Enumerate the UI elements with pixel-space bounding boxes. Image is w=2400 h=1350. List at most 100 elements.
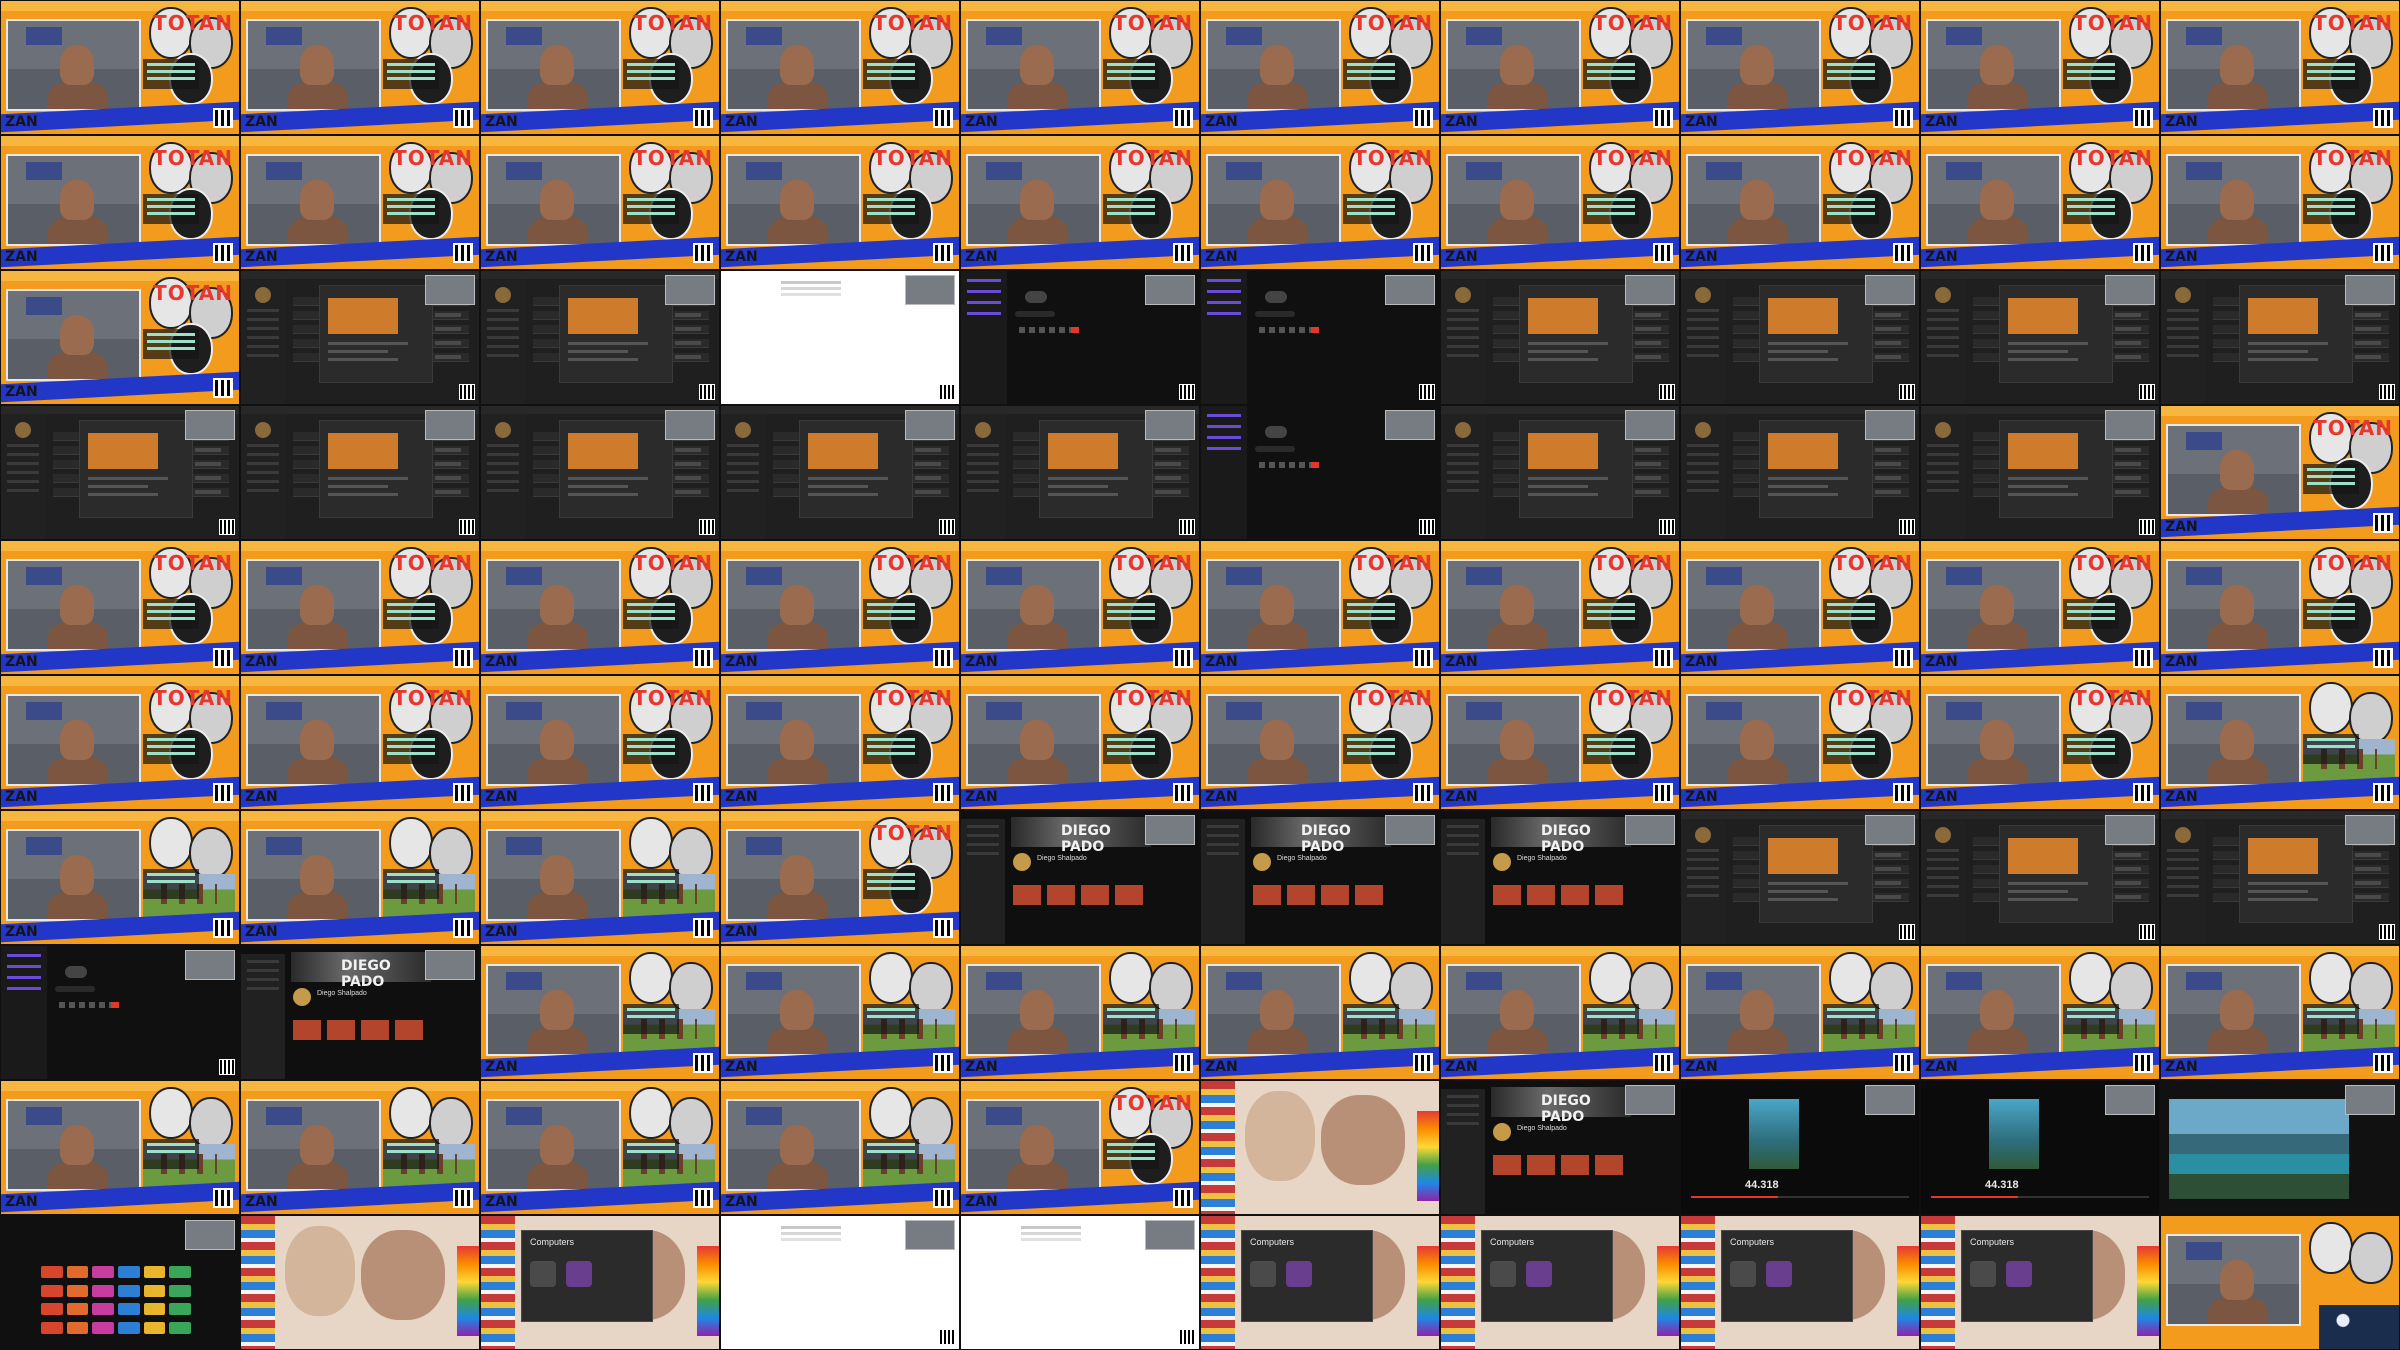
stream-frame-tile[interactable]: TOTAN ZAN — [480, 0, 720, 135]
stream-frame-tile[interactable] — [2160, 1215, 2400, 1350]
computer-icon[interactable] — [2006, 1261, 2032, 1287]
stream-frame-tile[interactable]: TOTAN ZAN — [0, 270, 240, 405]
computer-icon[interactable] — [1730, 1261, 1756, 1287]
stream-frame-tile[interactable]: TOTAN ZAN — [1440, 540, 1680, 675]
studio-screen-tile[interactable] — [240, 405, 480, 540]
desktop-dialog-tile[interactable]: Computers — [1440, 1215, 1680, 1350]
computer-icon[interactable] — [1766, 1261, 1792, 1287]
app-tile[interactable] — [117, 1284, 140, 1297]
app-launcher-tile[interactable] — [0, 1215, 240, 1350]
computer-icon[interactable] — [1490, 1261, 1516, 1287]
stream-frame-tile[interactable]: ZAN — [1200, 945, 1440, 1080]
desktop-dialog-tile[interactable]: Computers — [1680, 1215, 1920, 1350]
stream-frame-tile[interactable]: TOTAN ZAN — [1920, 135, 2160, 270]
studio-screen-tile[interactable] — [480, 405, 720, 540]
app-tile[interactable] — [92, 1303, 114, 1315]
stream-frame-tile[interactable]: ZAN — [960, 945, 1200, 1080]
desktop-selfie-tile[interactable] — [1200, 1080, 1440, 1215]
computer-icon[interactable] — [1250, 1261, 1276, 1287]
app-tile[interactable] — [143, 1303, 166, 1315]
stream-frame-tile[interactable]: TOTAN ZAN — [2160, 0, 2400, 135]
app-tile[interactable] — [92, 1321, 114, 1334]
studio-screen-tile[interactable] — [1440, 270, 1680, 405]
stream-frame-tile[interactable]: ZAN — [240, 810, 480, 945]
app-tile[interactable] — [117, 1321, 140, 1334]
computer-icon[interactable] — [1970, 1261, 1996, 1287]
stream-frame-tile[interactable]: TOTAN ZAN — [720, 810, 960, 945]
stream-frame-tile[interactable]: TOTAN ZAN — [1200, 675, 1440, 810]
app-tile[interactable] — [41, 1303, 63, 1315]
stream-frame-tile[interactable]: TOTAN ZAN — [960, 540, 1200, 675]
desktop-selfie-tile[interactable] — [240, 1215, 480, 1350]
stream-frame-tile[interactable]: TOTAN ZAN — [240, 135, 480, 270]
call-screen-tile[interactable] — [1200, 405, 1440, 540]
channel-page-tile[interactable]: DIEGO PADO Diego Shalpado — [1440, 1080, 1680, 1215]
call-screen-tile[interactable] — [0, 945, 240, 1080]
channel-page-tile[interactable]: DIEGO PADO Diego Shalpado — [1440, 810, 1680, 945]
app-tile[interactable] — [169, 1321, 191, 1334]
stream-frame-tile[interactable]: ZAN — [2160, 675, 2400, 810]
app-tile[interactable] — [66, 1284, 89, 1297]
studio-screen-tile[interactable] — [960, 405, 1200, 540]
desktop-dialog-tile[interactable]: Computers — [480, 1215, 720, 1350]
app-tile[interactable] — [169, 1284, 191, 1297]
phone-video-tile[interactable]: 44.318 — [1920, 1080, 2160, 1215]
stream-frame-tile[interactable]: TOTAN ZAN — [240, 675, 480, 810]
stream-frame-tile[interactable]: ZAN — [240, 1080, 480, 1215]
studio-screen-tile[interactable] — [1680, 270, 1920, 405]
stream-frame-tile[interactable]: TOTAN ZAN — [960, 1080, 1200, 1215]
stream-frame-tile[interactable]: TOTAN ZAN — [2160, 405, 2400, 540]
app-tile[interactable] — [92, 1284, 114, 1297]
computer-icon[interactable] — [530, 1261, 556, 1287]
app-tile[interactable] — [169, 1303, 191, 1315]
stream-frame-tile[interactable]: TOTAN ZAN — [0, 135, 240, 270]
studio-screen-tile[interactable] — [1920, 810, 2160, 945]
studio-screen-tile[interactable] — [1920, 405, 2160, 540]
app-tile[interactable] — [66, 1266, 89, 1278]
stream-frame-tile[interactable]: ZAN — [1440, 945, 1680, 1080]
blank-page-tile[interactable] — [720, 1215, 960, 1350]
stream-frame-tile[interactable]: TOTAN ZAN — [480, 135, 720, 270]
app-tile[interactable] — [143, 1266, 166, 1278]
studio-screen-tile[interactable] — [2160, 270, 2400, 405]
call-screen-tile[interactable] — [960, 270, 1200, 405]
desktop-dialog-tile[interactable]: Computers — [1920, 1215, 2160, 1350]
stream-frame-tile[interactable]: TOTAN ZAN — [1920, 0, 2160, 135]
stream-frame-tile[interactable]: TOTAN ZAN — [0, 675, 240, 810]
stream-frame-tile[interactable]: TOTAN ZAN — [1680, 540, 1920, 675]
stream-frame-tile[interactable]: ZAN — [1920, 945, 2160, 1080]
studio-screen-tile[interactable] — [720, 405, 960, 540]
stream-frame-tile[interactable]: TOTAN ZAN — [720, 135, 960, 270]
stream-frame-tile[interactable]: TOTAN ZAN — [0, 0, 240, 135]
stream-frame-tile[interactable]: ZAN — [480, 810, 720, 945]
stream-frame-tile[interactable]: TOTAN ZAN — [960, 135, 1200, 270]
stream-frame-tile[interactable]: TOTAN ZAN — [480, 540, 720, 675]
stream-frame-tile[interactable]: TOTAN ZAN — [1920, 540, 2160, 675]
blank-page-tile[interactable] — [720, 270, 960, 405]
studio-screen-tile[interactable] — [1680, 405, 1920, 540]
stream-frame-tile[interactable]: TOTAN ZAN — [0, 540, 240, 675]
stream-frame-tile[interactable]: ZAN — [480, 1080, 720, 1215]
studio-screen-tile[interactable] — [2160, 810, 2400, 945]
stream-frame-tile[interactable]: ZAN — [720, 945, 960, 1080]
app-tile[interactable] — [143, 1321, 166, 1334]
stream-frame-tile[interactable]: ZAN — [480, 945, 720, 1080]
wallpaper-tile[interactable] — [2160, 1080, 2400, 1215]
computer-icon[interactable] — [1286, 1261, 1312, 1287]
stream-frame-tile[interactable]: TOTAN ZAN — [1200, 0, 1440, 135]
app-tile[interactable] — [143, 1284, 166, 1297]
channel-page-tile[interactable]: DIEGO PADO Diego Shalpado — [1200, 810, 1440, 945]
stream-frame-tile[interactable]: TOTAN ZAN — [960, 0, 1200, 135]
phone-video-tile[interactable]: 44.318 — [1680, 1080, 1920, 1215]
studio-screen-tile[interactable] — [1920, 270, 2160, 405]
stream-frame-tile[interactable]: ZAN — [0, 1080, 240, 1215]
stream-frame-tile[interactable]: TOTAN ZAN — [1440, 0, 1680, 135]
channel-page-tile[interactable]: DIEGO PADO Diego Shalpado — [240, 945, 480, 1080]
stream-frame-tile[interactable]: TOTAN ZAN — [1200, 540, 1440, 675]
stream-frame-tile[interactable]: ZAN — [2160, 945, 2400, 1080]
stream-frame-tile[interactable]: TOTAN ZAN — [720, 0, 960, 135]
stream-frame-tile[interactable]: TOTAN ZAN — [960, 675, 1200, 810]
app-tile[interactable] — [92, 1266, 114, 1278]
channel-page-tile[interactable]: DIEGO PADO Diego Shalpado — [960, 810, 1200, 945]
stream-frame-tile[interactable]: TOTAN ZAN — [2160, 540, 2400, 675]
